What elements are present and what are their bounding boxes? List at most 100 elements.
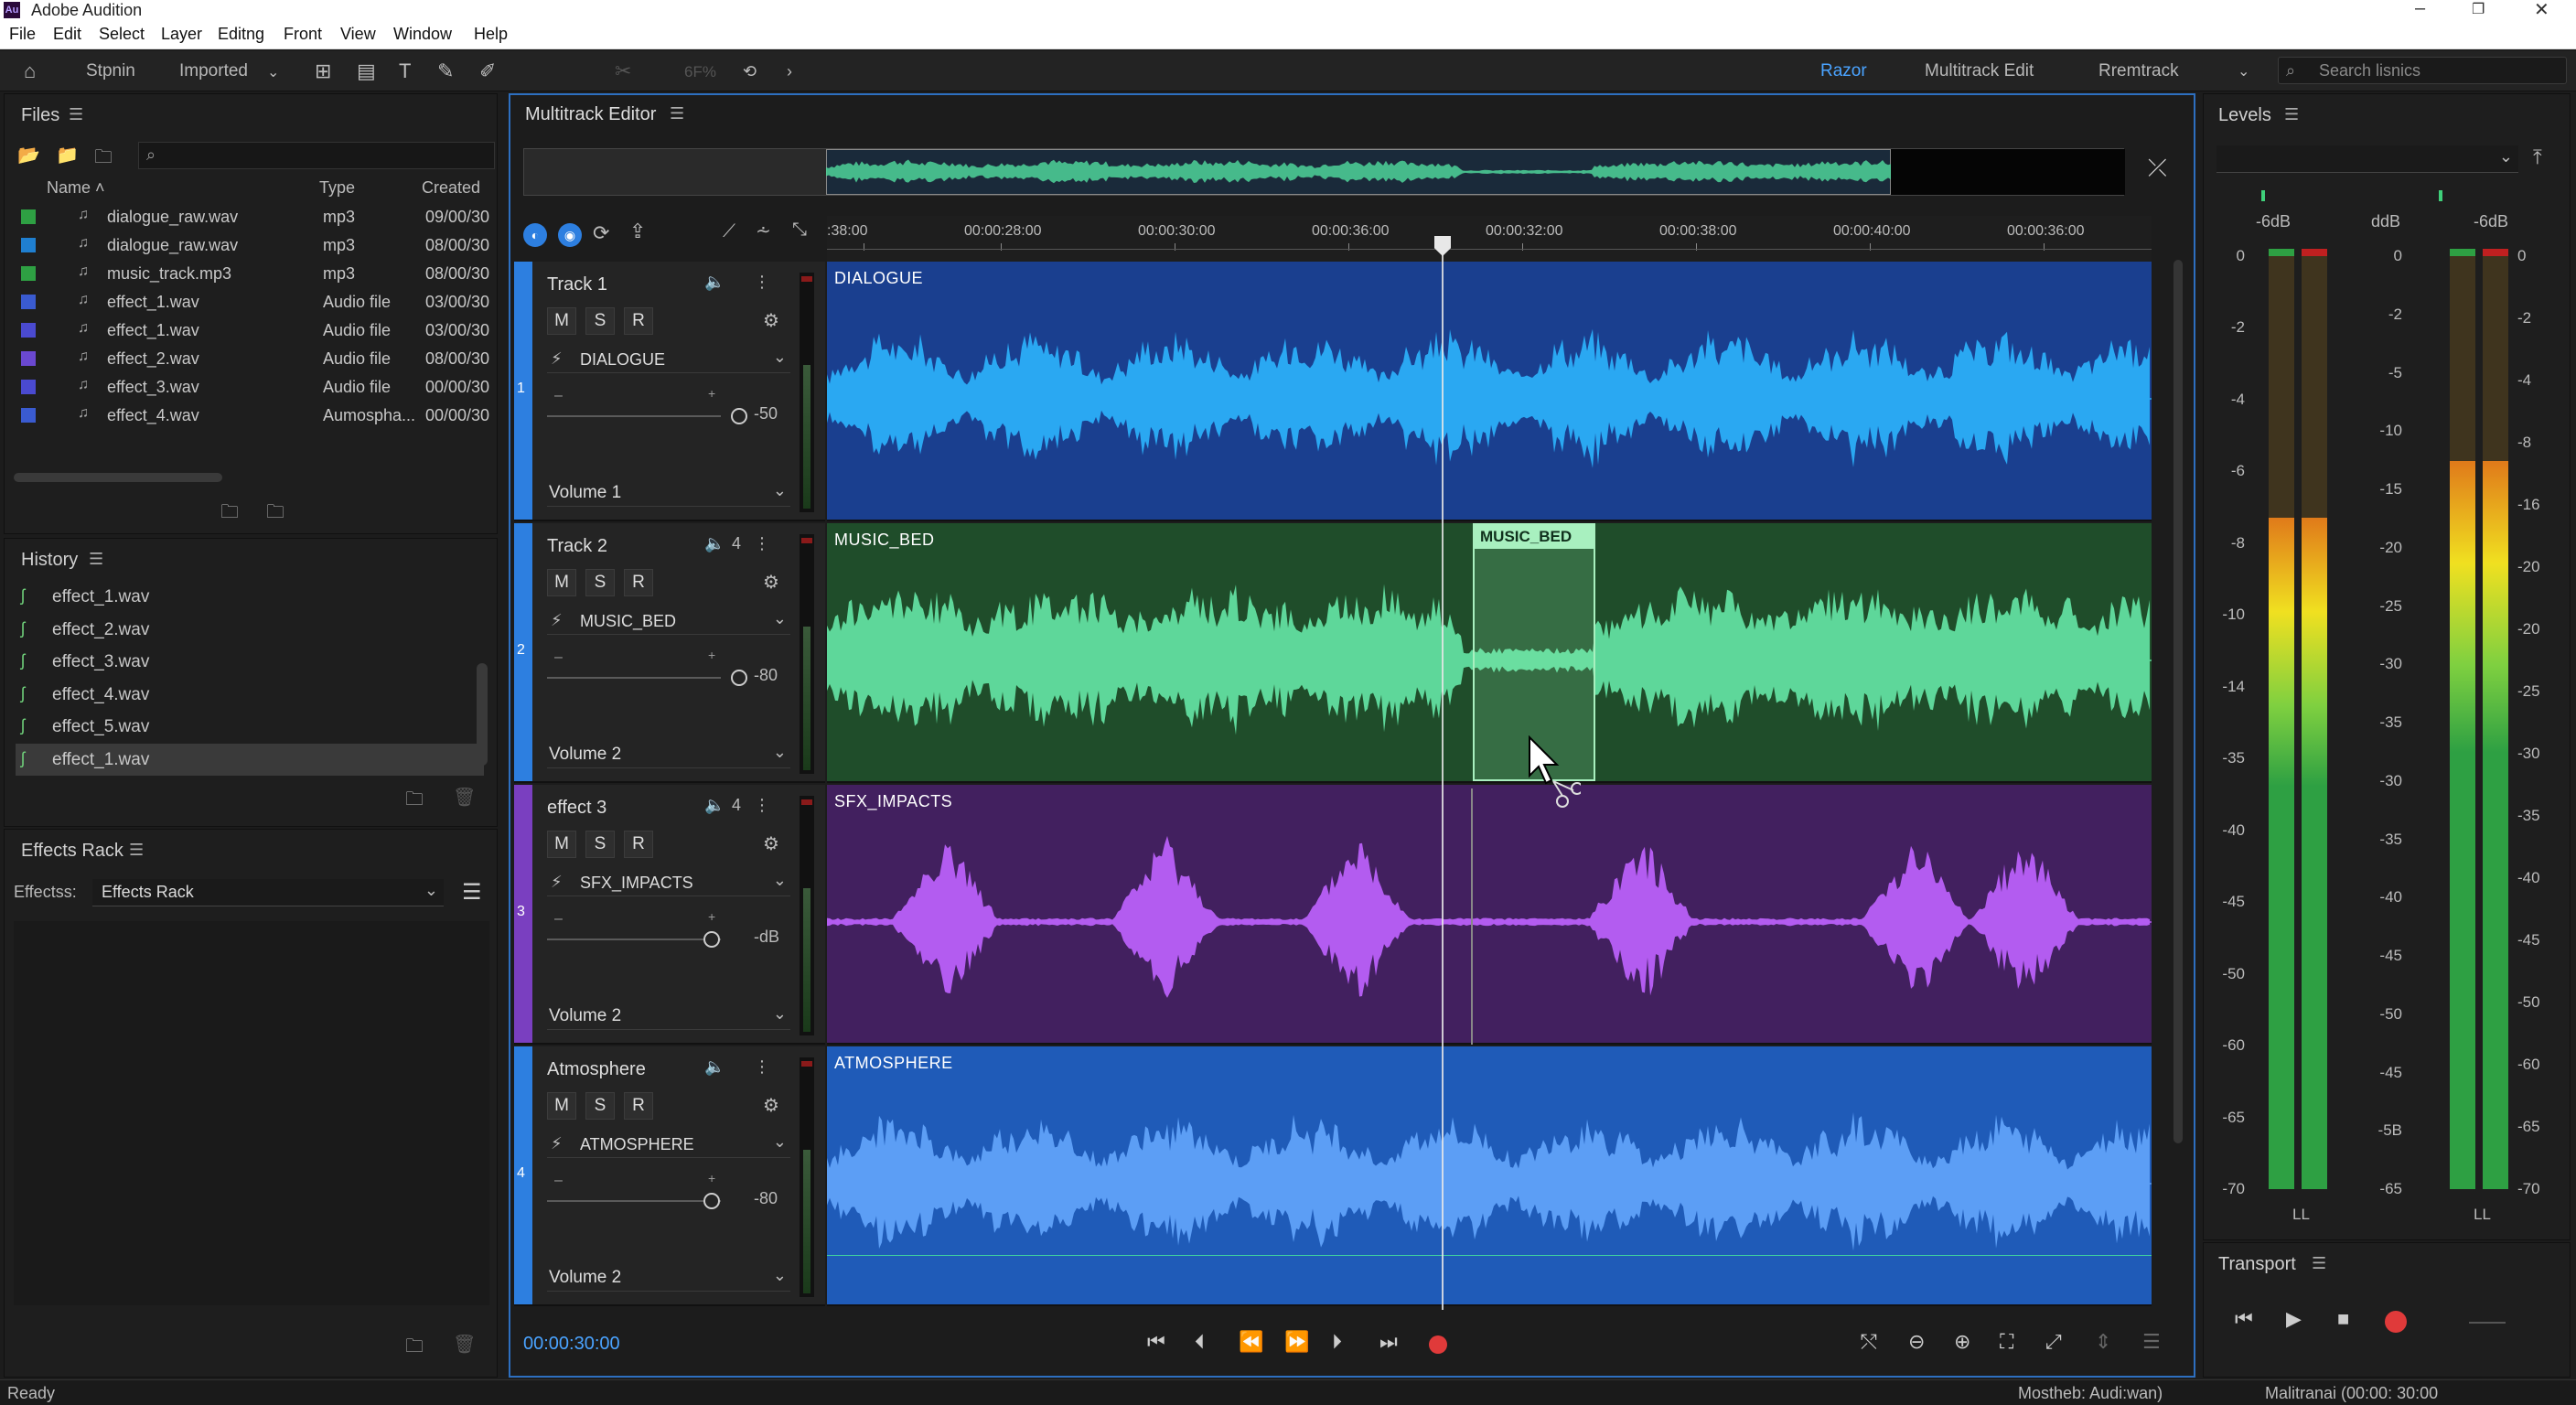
vertical-scrollbar[interactable] [477, 663, 488, 766]
solo-button[interactable]: S [585, 307, 615, 335]
track-color-strip[interactable]: 4 [514, 1046, 532, 1304]
play-icon[interactable]: ▶ [2286, 1307, 2302, 1331]
solo-button[interactable]: S [585, 569, 615, 596]
file-row[interactable]: ♫ music_track.mp3 mp3 08/00/30 [16, 259, 499, 287]
pan-slider-track[interactable] [547, 1200, 721, 1202]
menu-window[interactable]: Window [393, 25, 452, 44]
menu-view[interactable]: View [340, 25, 376, 44]
mute-button[interactable]: M [547, 1092, 576, 1120]
chevron-down-icon[interactable]: ⌄ [267, 63, 279, 81]
volume-envelope-line[interactable] [827, 1255, 2152, 1256]
menu-help[interactable]: Help [474, 25, 508, 44]
clip-indicator[interactable] [2269, 249, 2294, 256]
minimize-icon[interactable]: – [2415, 0, 2425, 19]
panel-menu-icon[interactable]: ☰ [89, 550, 103, 569]
pan-slider-track[interactable] [547, 938, 721, 940]
cut-icon[interactable]: ✂ [615, 59, 631, 83]
maximize-icon[interactable]: ❐ [2472, 0, 2485, 18]
workspace-button[interactable]: Stpnin [86, 61, 135, 81]
gear-icon[interactable]: ⚙ [763, 832, 779, 855]
record-arm-button[interactable]: R [624, 1092, 653, 1120]
stop-icon[interactable]: ■ [2337, 1307, 2349, 1331]
import-folder-icon[interactable]: 🗀 [94, 144, 113, 175]
folder-icon[interactable]: 🗀 [405, 1333, 424, 1364]
gear-icon[interactable]: ⚙ [763, 309, 779, 332]
panel-menu-icon[interactable]: ☰ [69, 105, 83, 124]
rewind-icon[interactable]: ⏪ [1239, 1330, 1263, 1354]
mute-button[interactable]: M [547, 831, 576, 858]
solo-button[interactable]: S [585, 831, 615, 858]
zoom-out-icon[interactable]: ⊖ [1908, 1330, 1925, 1354]
pan-slider-knob[interactable] [703, 1193, 720, 1209]
pan-slider-track[interactable] [547, 677, 721, 679]
list-menu-icon[interactable]: ☰ [462, 879, 482, 906]
pan-slider-knob[interactable] [703, 931, 720, 948]
file-row[interactable]: ♫ effect_1.wav Audio file 03/00/30 [16, 287, 499, 316]
file-row[interactable]: ♫ dialogue_raw.wav mp3 09/00/30 [16, 202, 499, 231]
panel-menu-icon[interactable]: ☰ [129, 841, 144, 860]
pan-slider-track[interactable] [547, 415, 721, 417]
upload-icon[interactable]: ⇪ [629, 220, 646, 243]
track-name[interactable]: Atmosphere [547, 1059, 646, 1080]
fast-forward-icon[interactable]: ⏩ [1284, 1330, 1309, 1354]
speaker-icon[interactable]: 🔈 [704, 273, 724, 292]
gear-icon[interactable]: ⚙ [763, 1094, 779, 1117]
record-arm-button[interactable]: R [624, 569, 653, 596]
brush-icon[interactable]: ✎ [437, 59, 454, 83]
curve-icon[interactable]: ⟋ [723, 221, 735, 242]
zoom-fit-icon[interactable]: ⛶ [2000, 1330, 2013, 1354]
history-item[interactable]: ʃ effect_4.wav [16, 679, 484, 711]
speaker-icon[interactable]: 🔈 [704, 1057, 724, 1077]
more-options-icon[interactable]: ⋮ [754, 1057, 770, 1077]
track-lane[interactable]: DIALOGUE [827, 262, 2152, 521]
tab-remtrack[interactable]: Rremtrack [2098, 61, 2179, 81]
transport-start-icon[interactable]: ⏮ [2235, 1307, 2253, 1331]
history-item[interactable]: ʃ effect_1.wav [16, 581, 484, 613]
file-row[interactable]: ♫ effect_1.wav Audio file 03/00/30 [16, 316, 499, 344]
previous-icon[interactable]: ⏴ [1195, 1330, 1205, 1354]
tab-multitrack-edit[interactable]: Multitrack Edit [1925, 61, 2034, 81]
track-color-strip[interactable]: 3 [514, 785, 532, 1043]
sync-icon[interactable]: ⟳ [593, 221, 609, 245]
razor-tool-icon[interactable]: ⤲ [1861, 1330, 1877, 1354]
mute-button[interactable]: M [547, 569, 576, 596]
file-row[interactable]: ♫ effect_2.wav Audio file 08/00/30 [16, 344, 499, 372]
clip-indicator[interactable] [2302, 249, 2327, 256]
more-options-icon[interactable]: ⋮ [754, 534, 770, 553]
folder-icon[interactable]: 🗀 [266, 499, 284, 530]
file-row[interactable]: ♫ effect_4.wav Aumospha... 00/00/30 [16, 401, 499, 429]
track-input-select[interactable]: ⚡ SFX_IMPACTS ⌄ [547, 869, 790, 896]
timeline-ruler[interactable]: :38:00 00:00:28:00 00:00:30:00 00:00:36:00 0… [827, 216, 2152, 262]
table-icon[interactable]: ▤ [357, 59, 376, 83]
track-height-icon[interactable]: ☰ [2142, 1330, 2161, 1354]
track-name[interactable]: effect 3 [547, 798, 606, 819]
panel-menu-icon[interactable]: ☰ [2312, 1254, 2326, 1273]
loop-icon[interactable]: ⟲ [743, 62, 757, 81]
close-window-icon[interactable]: ✕ [2534, 0, 2549, 21]
folder-icon[interactable]: 🗀 [405, 786, 424, 817]
zoom-selection-icon[interactable]: ⤢ [2045, 1330, 2062, 1354]
history-item[interactable]: ʃ effect_3.wav [16, 646, 484, 678]
panel-menu-icon[interactable]: ☰ [2284, 105, 2299, 124]
grid-icon[interactable]: ⊞ [315, 59, 331, 83]
menu-edit[interactable]: Edit [53, 25, 81, 44]
go-to-start-icon[interactable]: ⏮ [1147, 1330, 1165, 1354]
record-mode-icon[interactable]: ◉ [558, 223, 582, 247]
snap-icon[interactable]: ⩪ [756, 220, 771, 242]
search-input[interactable]: ⌕ Search lisnics [2278, 57, 2567, 84]
close-navigator-icon[interactable]: ⤫ [2148, 154, 2167, 183]
volume-select[interactable]: Volume 1 ⌄ [547, 479, 790, 507]
tab-razor[interactable]: Razor [1820, 61, 1867, 81]
pan-slider-knob[interactable] [731, 670, 748, 686]
record-button[interactable] [1429, 1335, 1447, 1354]
track-input-select[interactable]: ⚡ DIALOGUE ⌄ [547, 346, 790, 373]
volume-select[interactable]: Volume 2 ⌄ [547, 1003, 790, 1030]
text-tool-icon[interactable]: T [399, 59, 411, 83]
input-monitor-icon[interactable]: ◐ [523, 223, 547, 247]
zoom-tracks-icon[interactable]: ⇕ [2095, 1330, 2111, 1354]
horizontal-scrollbar[interactable] [14, 473, 222, 482]
record-arm-button[interactable]: R [624, 307, 653, 335]
trash-icon[interactable]: 🗑 [453, 786, 476, 809]
track-lane[interactable]: ATMOSPHERE [827, 1046, 2152, 1306]
speaker-icon[interactable]: 🔈 [704, 796, 724, 815]
